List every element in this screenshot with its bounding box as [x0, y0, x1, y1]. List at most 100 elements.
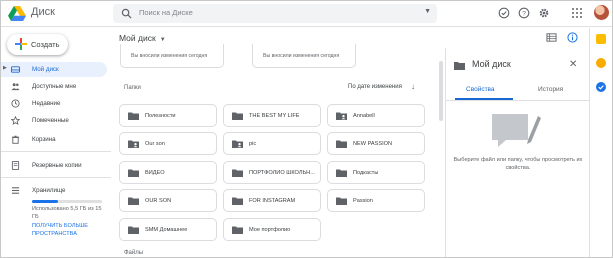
folder-name: FOR INSTAGRAM: [249, 198, 296, 204]
help-icon[interactable]: ?: [518, 7, 530, 19]
empty-state-illustration: [492, 114, 541, 147]
folder-card[interactable]: Passion: [327, 189, 425, 212]
close-icon[interactable]: ✕: [569, 59, 577, 70]
drive-logo[interactable]: [8, 6, 26, 21]
folder-name: NEW PASSION: [353, 141, 393, 147]
list-view-icon[interactable]: [546, 32, 557, 43]
page-title-text: Мой диск: [119, 33, 156, 43]
sidebar-item-backups[interactable]: Резервные копии: [1, 158, 107, 173]
chevron-down-icon[interactable]: ▼: [160, 37, 166, 43]
sidebar-item-shared[interactable]: Доступные мне: [1, 79, 107, 94]
svg-text:?: ?: [522, 10, 526, 17]
storage-progress-bar: [32, 200, 102, 203]
search-options-icon[interactable]: ▼: [424, 8, 431, 15]
details-title: Мой диск: [472, 59, 511, 69]
folder-name: OUR SON: [145, 198, 172, 204]
calendar-app-icon[interactable]: [596, 34, 606, 44]
storage-usage-text: Использовано 5,5 ГБ из 15 ГБ: [32, 206, 102, 220]
quick-access-card[interactable]: Вы вносили изменения сегодня: [252, 44, 356, 68]
sort-button[interactable]: По дате изменения: [348, 84, 402, 90]
shared-folder-icon: [336, 112, 347, 120]
clock-icon: [11, 99, 20, 108]
sidebar-item-my-drive[interactable]: ▶ Мой диск: [1, 62, 107, 77]
folder-icon: [232, 112, 243, 120]
top-bar: Диск Поиск на Диске ▼ ?: [1, 1, 612, 27]
sidebar-divider: [1, 151, 111, 152]
sidebar-item-starred[interactable]: Помеченные: [1, 113, 107, 128]
folder-card[interactable]: Подкасты: [327, 161, 425, 184]
sidebar-item-recent[interactable]: Недавние: [1, 96, 107, 111]
folder-icon: [336, 169, 347, 177]
folder-card[interactable]: Annabell: [327, 104, 425, 127]
drive-window: Диск Поиск на Диске ▼ ? Создать ▶ Мой ди…: [0, 0, 613, 258]
folder-name: SMM Домашнее: [145, 227, 188, 233]
folder-name: ВИДЕО: [145, 170, 165, 176]
folder-name: Подкасты: [353, 170, 379, 176]
tasks-app-icon[interactable]: [596, 82, 606, 92]
main-scrollbar[interactable]: [439, 61, 443, 121]
folder-card[interactable]: ВИДЕО: [119, 161, 217, 184]
quick-access-caption: Вы вносили изменения сегодня: [131, 53, 208, 59]
folder-card[interactable]: ПОРТФОЛИО ШКОЛЬН...: [223, 161, 321, 184]
folder-icon: [232, 169, 243, 177]
create-button[interactable]: Создать: [7, 34, 68, 55]
star-icon: [11, 116, 20, 125]
tab-details[interactable]: Свойства: [466, 86, 495, 93]
folder-icon: [128, 112, 139, 120]
storage-progress-fill: [32, 200, 58, 203]
sidebar-item-label: Мой диск: [32, 66, 59, 73]
folder-card[interactable]: OUR SON: [119, 189, 217, 212]
storage-label: Хранилище: [32, 187, 66, 194]
info-icon[interactable]: [567, 32, 578, 43]
folder-icon: [232, 226, 243, 234]
files-header: Файлы: [124, 250, 144, 256]
backup-icon: [11, 161, 20, 170]
sidebar-divider: [1, 177, 111, 178]
tab-divider: [446, 100, 589, 101]
apps-grid-icon[interactable]: [571, 7, 583, 19]
folder-card[interactable]: Мое портфолио: [223, 218, 321, 241]
folder-card[interactable]: Our son: [119, 132, 217, 155]
folder-card[interactable]: Полезности: [119, 104, 217, 127]
avatar[interactable]: [594, 5, 609, 20]
folder-name: pic: [249, 141, 257, 147]
sidebar: Создать ▶ Мой диск Доступные мне Недавни…: [1, 28, 111, 257]
sidebar-item-trash[interactable]: Корзина: [1, 132, 107, 147]
plus-icon: [15, 38, 27, 50]
folder-name: Passion: [353, 198, 373, 204]
search-input[interactable]: Поиск на Диске: [139, 8, 193, 17]
tab-activity[interactable]: История: [538, 86, 563, 93]
search-icon[interactable]: [121, 8, 132, 19]
expand-caret-icon[interactable]: ▶: [3, 65, 7, 71]
get-more-storage-link[interactable]: ПОЛУЧИТЬ БОЛЬШЕ ПРОСТРАНСТВА: [32, 223, 108, 238]
folder-icon: [128, 226, 139, 234]
shared-folder-icon: [128, 140, 139, 148]
folder-icon: [454, 62, 465, 70]
drive-icon: [11, 66, 20, 73]
search-bar[interactable]: Поиск на Диске ▼: [113, 4, 437, 23]
people-icon: [11, 83, 20, 91]
folder-card[interactable]: NEW PASSION: [327, 132, 425, 155]
quick-access-card[interactable]: Вы вносили изменения сегодня: [120, 44, 224, 68]
folder-icon: [336, 140, 347, 148]
folder-name: Мое портфолио: [249, 227, 291, 233]
folder-card[interactable]: FOR INSTAGRAM: [223, 189, 321, 212]
details-panel: Мой диск ✕ Свойства История Выберите фай…: [445, 48, 589, 257]
folder-card[interactable]: THE BEST MY LIFE: [223, 104, 321, 127]
folder-card[interactable]: pic: [223, 132, 321, 155]
sidebar-item-storage[interactable]: Хранилище: [1, 183, 107, 198]
keep-app-icon[interactable]: [596, 58, 606, 68]
folder-name: ПОРТФОЛИО ШКОЛЬН...: [249, 170, 315, 176]
folders-header: Папки: [124, 85, 141, 91]
page-title[interactable]: Мой диск ▼: [119, 33, 166, 43]
folder-icon: [336, 197, 347, 205]
sidebar-item-label: Недавние: [32, 100, 61, 107]
quick-access-caption: Вы вносили изменения сегодня: [263, 53, 340, 59]
main-content: Мой диск ▼ Вы вносили изменения сегодня В…: [111, 28, 437, 257]
sort-direction-icon[interactable]: ↓: [411, 82, 415, 91]
empty-state-message: Выберите файл или папку, чтобы просмотре…: [453, 157, 583, 171]
status-check-icon[interactable]: [498, 7, 510, 19]
folder-card[interactable]: SMM Домашнее: [119, 218, 217, 241]
gear-icon[interactable]: [538, 7, 550, 19]
sidebar-item-label: Резервные копии: [32, 162, 82, 169]
